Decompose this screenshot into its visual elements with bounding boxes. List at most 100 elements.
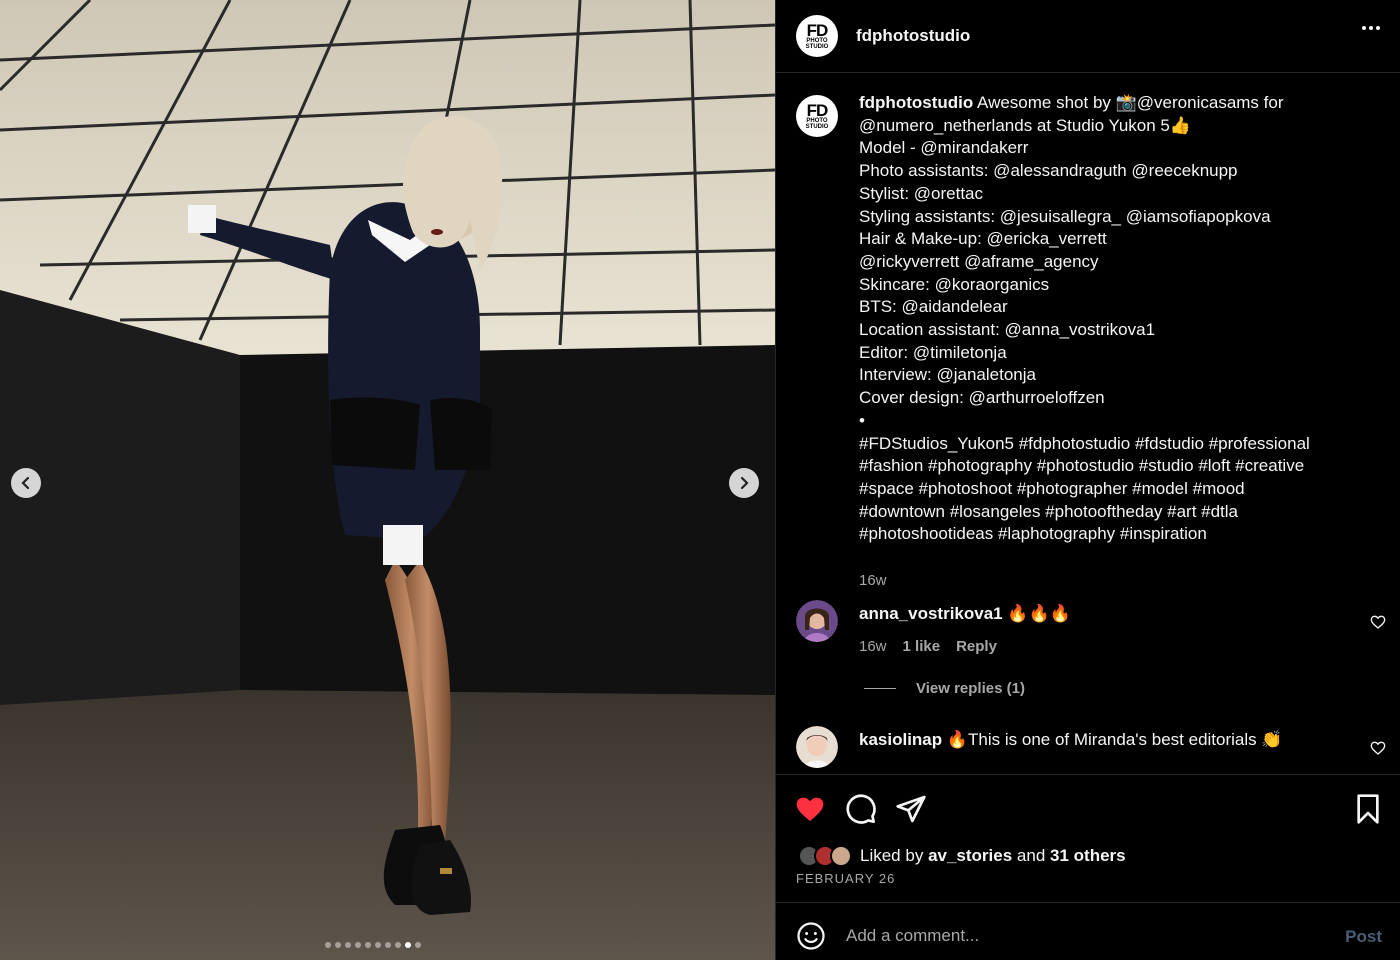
post-actions: Liked by av_stories and 31 others FEBRUA… bbox=[776, 774, 1400, 902]
caption-line: Styling assistants: @jesuisallegra_ @iam… bbox=[859, 206, 1379, 229]
reply-button[interactable]: Reply bbox=[956, 638, 997, 655]
dot-icon bbox=[1376, 26, 1380, 30]
carousel-dot bbox=[375, 942, 381, 948]
carousel-dot bbox=[385, 942, 391, 948]
carousel-dot bbox=[355, 942, 361, 948]
comment-text: anna_vostrikova1 🔥🔥🔥 bbox=[859, 604, 1071, 624]
caption-line: #downtown #losangeles #photooftheday #ar… bbox=[859, 501, 1379, 524]
dot-icon bbox=[1369, 26, 1373, 30]
caption-line-text: Interview: @janaletonja bbox=[859, 365, 1036, 385]
post-date[interactable]: FEBRUARY 26 bbox=[796, 871, 895, 886]
commenter-avatar[interactable] bbox=[796, 726, 838, 768]
caption-line: #FDStudios_Yukon5 #fdphotostudio #fdstud… bbox=[859, 433, 1379, 456]
liked-and-label: and bbox=[1016, 846, 1046, 865]
carousel-dot bbox=[365, 942, 371, 948]
caption-line: Location assistant: @anna_vostrikova1 bbox=[859, 319, 1379, 342]
caption-line-text: Awesome shot by 📸@veronicasams for bbox=[977, 93, 1284, 112]
caption-text: fdphotostudio Awesome shot by 📸@veronica… bbox=[859, 92, 1379, 546]
divider bbox=[864, 688, 896, 689]
carousel-dot bbox=[395, 942, 401, 948]
comment-username[interactable]: kasiolinap bbox=[859, 730, 942, 749]
caption-line: Skincare: @koraorganics bbox=[859, 274, 1379, 297]
caption-line-text: Photo assistants: @alessandraguth @reece… bbox=[859, 161, 1238, 181]
liked-others-link[interactable]: 31 others bbox=[1050, 846, 1126, 866]
caption-line-text: Stylist: @orettac bbox=[859, 183, 984, 203]
liked-by-user[interactable]: av_stories bbox=[928, 846, 1012, 866]
more-options-button[interactable] bbox=[1362, 26, 1380, 30]
comments-section[interactable]: FD PHOTO STUDIO fdphotostudio Awesome sh… bbox=[776, 74, 1400, 774]
photo-scene bbox=[0, 0, 775, 960]
avatar-logo-text: FD bbox=[806, 100, 829, 120]
comment-body: 🔥This is one of Miranda's best editorial… bbox=[946, 730, 1283, 749]
comment-body: 🔥🔥🔥 bbox=[1007, 604, 1071, 623]
liker-avatars bbox=[798, 845, 860, 867]
caption-line-text: #fashion #photography #photostudio #stud… bbox=[859, 456, 1305, 476]
caption-line-text: #photoshootideas #laphotography #inspira… bbox=[859, 524, 1207, 544]
carousel-dot bbox=[345, 942, 351, 948]
author-username[interactable]: fdphotostudio bbox=[856, 26, 970, 46]
caption-line-text: Location assistant: @anna_vostrikova1 bbox=[859, 320, 1156, 340]
caption-line: BTS: @aidandelear bbox=[859, 296, 1379, 319]
caption-line-text: #space #photoshoot #photographer #model … bbox=[859, 478, 1245, 498]
caption-avatar[interactable]: FD PHOTO STUDIO bbox=[796, 95, 838, 137]
comment-username[interactable]: anna_vostrikova1 bbox=[859, 604, 1003, 623]
caption-line-text: Hair & Make-up: @ericka_verrett bbox=[859, 229, 1107, 249]
comment-icon[interactable] bbox=[845, 793, 877, 825]
heart-icon[interactable] bbox=[1370, 740, 1386, 756]
caption-line: Cover design: @arthurroeloffzen bbox=[859, 387, 1379, 410]
caption-line-text: Editor: @timiletonja bbox=[859, 342, 1007, 362]
caption-line-text: Model - @mirandakerr bbox=[859, 138, 1029, 158]
caption-line: Model - @mirandakerr bbox=[859, 137, 1379, 160]
liked-by-label: Liked by bbox=[860, 846, 924, 865]
likes-summary: Liked by av_stories and 31 others bbox=[798, 845, 1126, 867]
caption-username[interactable]: fdphotostudio bbox=[859, 93, 973, 112]
caption-line: Stylist: @orettac bbox=[859, 183, 1379, 206]
bookmark-icon[interactable] bbox=[1352, 793, 1384, 825]
caption-line: Interview: @janaletonja bbox=[859, 364, 1379, 387]
caption-timestamp[interactable]: 16w bbox=[859, 572, 887, 589]
heart-icon[interactable] bbox=[1370, 614, 1386, 630]
caption-line: @rickyverrett @aframe_agency bbox=[859, 251, 1379, 274]
post-side-panel: FD PHOTO STUDIO fdphotostudio FD PHOTO S… bbox=[775, 0, 1400, 960]
caption-line: fdphotostudio Awesome shot by 📸@veronica… bbox=[859, 92, 1379, 115]
avatar-logo-subtext: PHOTO STUDIO bbox=[805, 117, 829, 130]
comment-text: kasiolinap 🔥This is one of Miranda's bes… bbox=[859, 730, 1283, 750]
caption-line-text: Cover design: @arthurroeloffzen bbox=[859, 388, 1105, 408]
caption-line: #photoshootideas #laphotography #inspira… bbox=[859, 523, 1379, 546]
caption-line: Editor: @timiletonja bbox=[859, 342, 1379, 365]
commenter-avatar[interactable] bbox=[796, 600, 838, 642]
caption-line: @numero_netherlands at Studio Yukon 5👍 bbox=[859, 115, 1379, 138]
carousel-dot bbox=[325, 942, 331, 948]
carousel-dot bbox=[335, 942, 341, 948]
add-comment-bar: Post bbox=[776, 902, 1400, 960]
share-icon[interactable] bbox=[895, 793, 927, 825]
caption-line: • bbox=[859, 410, 1379, 433]
caption-line-text: Skincare: @koraorganics bbox=[859, 274, 1050, 294]
caption-line: #fashion #photography #photostudio #stud… bbox=[859, 455, 1379, 478]
previous-photo-button[interactable] bbox=[11, 468, 41, 498]
chevron-right-icon bbox=[740, 476, 749, 490]
post-comment-button[interactable]: Post bbox=[1345, 927, 1382, 947]
comment-meta: 16w 1 like Reply bbox=[859, 638, 997, 655]
avatar-logo-text: FD bbox=[806, 20, 829, 40]
caption-line: Photo assistants: @alessandraguth @reece… bbox=[859, 160, 1379, 183]
heart-filled-icon[interactable] bbox=[794, 793, 826, 825]
post-header: FD PHOTO STUDIO fdphotostudio bbox=[776, 0, 1400, 73]
caption-line-text: @numero_netherlands at Studio Yukon 5👍 bbox=[859, 115, 1192, 135]
caption-line-text: #FDStudios_Yukon5 #fdphotostudio #fdstud… bbox=[859, 433, 1310, 453]
caption-line-text: Styling assistants: @jesuisallegra_ @iam… bbox=[859, 206, 1271, 226]
emoji-icon[interactable] bbox=[796, 921, 826, 951]
next-photo-button[interactable] bbox=[729, 468, 759, 498]
comment-time[interactable]: 16w bbox=[859, 638, 887, 655]
author-avatar[interactable]: FD PHOTO STUDIO bbox=[796, 15, 838, 57]
caption-line: Hair & Make-up: @ericka_verrett bbox=[859, 228, 1379, 251]
carousel-indicator bbox=[325, 942, 421, 948]
caption-line-text: @rickyverrett @aframe_agency bbox=[859, 251, 1099, 271]
comment-input[interactable] bbox=[846, 921, 1306, 951]
caption-line-text: BTS: @aidandelear bbox=[859, 297, 1008, 317]
view-replies-button[interactable]: View replies (1) bbox=[864, 680, 1025, 697]
carousel-dot bbox=[415, 942, 421, 948]
comment-likes[interactable]: 1 like bbox=[903, 638, 941, 655]
avatar-logo-subtext: PHOTO STUDIO bbox=[805, 37, 829, 50]
carousel-dot bbox=[405, 942, 411, 948]
